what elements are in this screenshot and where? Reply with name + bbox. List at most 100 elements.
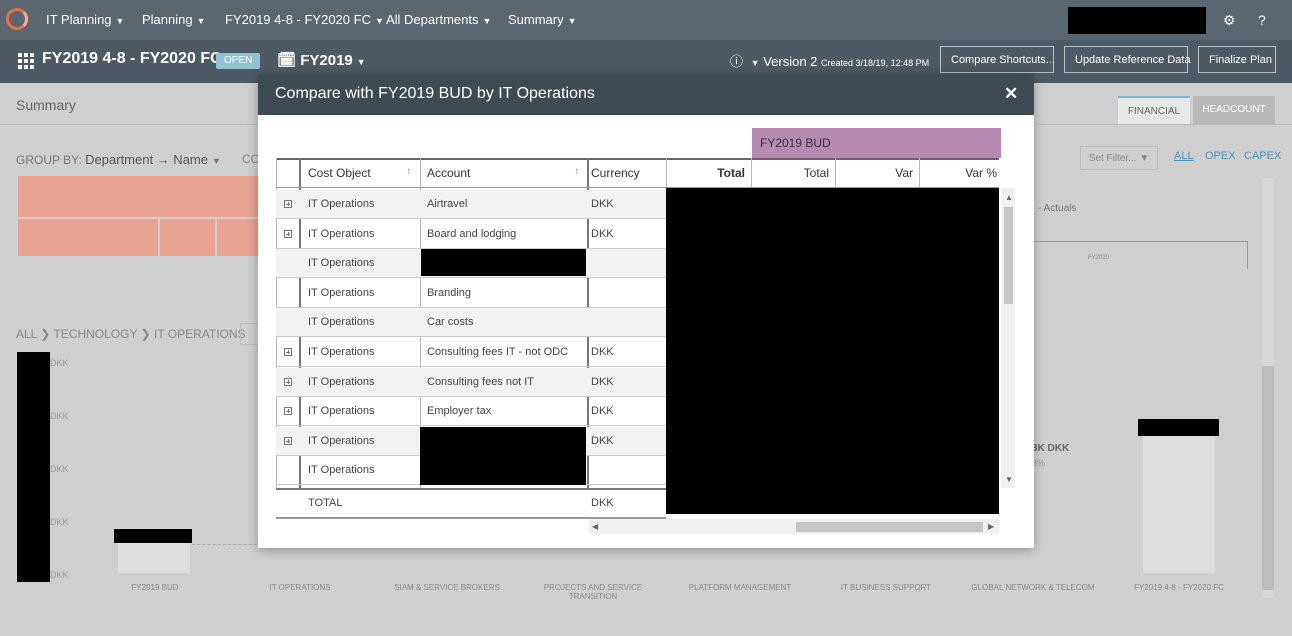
table-row[interactable]: IT Operations bbox=[276, 249, 666, 279]
column-header-total[interactable]: Total bbox=[668, 159, 745, 188]
cell-cost-object: IT Operations bbox=[308, 198, 375, 210]
cell-currency: DKK bbox=[591, 434, 614, 447]
scroll-up-icon[interactable]: ▲ bbox=[1005, 193, 1013, 202]
help-icon[interactable]: ? bbox=[1258, 0, 1266, 40]
cell-account: Employer tax bbox=[427, 405, 492, 418]
plan-title: FY2019 4-8 - FY2020 FC bbox=[42, 50, 222, 67]
column-header-currency[interactable]: Currency bbox=[591, 159, 661, 188]
version-selector[interactable]: ⓘ ▼ Version 2 Created 3/18/19, 12:48 PM bbox=[730, 51, 929, 70]
breadcrumb-item[interactable]: TECHNOLOGY bbox=[53, 327, 137, 341]
cell-currency: DKK bbox=[591, 198, 614, 210]
scroll-left-icon[interactable]: ◀ bbox=[592, 522, 598, 531]
cell-cost-object: IT Operations bbox=[308, 464, 375, 477]
app-grid-icon[interactable] bbox=[18, 53, 34, 69]
category-label: PLATFORM MANAGEMENT bbox=[688, 583, 792, 592]
close-icon[interactable]: ✕ bbox=[1004, 84, 1018, 104]
cell-account: Consulting fees IT - not ODC bbox=[427, 346, 569, 358]
column-header-label: Cost Object bbox=[308, 166, 371, 180]
treemap-tile[interactable] bbox=[18, 219, 158, 256]
breadcrumb-item[interactable]: ALL bbox=[16, 327, 37, 341]
table-row[interactable]: IT Operations Employer tax DKK bbox=[276, 397, 666, 427]
breadcrumb-item[interactable]: IT OPERATIONS bbox=[154, 327, 246, 341]
scroll-down-icon[interactable]: ▼ bbox=[1005, 475, 1013, 484]
caret-down-icon: ▼ bbox=[211, 156, 221, 166]
column-divider bbox=[919, 158, 920, 188]
nav-menu-summary[interactable]: Summary ▼ bbox=[508, 0, 577, 40]
mini-axis-label: FY2020 bbox=[1088, 255, 1110, 261]
caret-down-icon: ▼ bbox=[374, 16, 384, 26]
tab-headcount[interactable]: HEADCOUNT bbox=[1193, 96, 1275, 124]
nav-menu-planning[interactable]: Planning ▼ bbox=[142, 0, 206, 40]
sort-icon[interactable]: ↑ bbox=[406, 166, 411, 177]
caret-down-icon: ▼ bbox=[196, 16, 206, 26]
bar-fy2019-bud[interactable] bbox=[118, 540, 190, 573]
caret-down-icon: ▼ bbox=[482, 16, 492, 26]
fiscal-year-selector[interactable]: 🗓 FY2019 ▼ bbox=[277, 51, 366, 69]
vertical-scrollbar-thumb[interactable] bbox=[1004, 207, 1013, 304]
page-scrollbar-thumb[interactable] bbox=[1262, 366, 1274, 590]
category-label: PROJECTS AND SERVICE TRANSITION bbox=[543, 583, 643, 601]
column-header-var[interactable]: Var bbox=[836, 159, 913, 188]
column-header-budget-total[interactable]: Total bbox=[752, 159, 829, 188]
redacted-values-block bbox=[666, 188, 999, 514]
finalize-plan-button[interactable]: Finalize Plan bbox=[1198, 46, 1276, 73]
group-by-value: Department → Name bbox=[85, 152, 208, 167]
gear-icon[interactable]: ⚙ bbox=[1223, 0, 1236, 40]
cell-account: Branding bbox=[427, 286, 472, 299]
table-row[interactable]: IT Operations Car costs bbox=[276, 308, 666, 338]
table-row[interactable]: IT Operations DKK bbox=[276, 426, 666, 456]
nav-label: IT Planning bbox=[46, 12, 112, 27]
table-row[interactable]: IT Operations Consulting fees IT - not OD… bbox=[276, 338, 666, 367]
filter-opex[interactable]: OPEX bbox=[1205, 150, 1236, 162]
nav-menu-departments[interactable]: All Departments ▼ bbox=[386, 0, 491, 40]
category-label: SIAM & SERVICE BROKERS bbox=[394, 583, 500, 592]
cell-cost-object: IT Operations bbox=[308, 346, 375, 358]
expand-row-icon[interactable] bbox=[284, 200, 292, 208]
set-filter-button[interactable]: Set Filter... ▼ bbox=[1080, 146, 1158, 170]
expand-row-icon[interactable] bbox=[284, 377, 292, 386]
column-header-account[interactable]: Account bbox=[427, 159, 577, 188]
treemap-tile[interactable] bbox=[160, 219, 215, 256]
group-by-selector[interactable]: GROUP BY: Department → Name ▼ bbox=[16, 152, 221, 167]
bar-fy2020-fc[interactable] bbox=[1143, 430, 1215, 573]
cell-account: Airtravel bbox=[427, 198, 468, 210]
filter-all[interactable]: ALL bbox=[1174, 150, 1194, 162]
compare-shortcuts-button[interactable]: Compare Shortcuts... bbox=[940, 46, 1055, 73]
scroll-right-icon[interactable]: ▶ bbox=[988, 522, 994, 531]
nav-label: All Departments bbox=[386, 12, 479, 27]
chevron-right-icon: ❯ bbox=[140, 327, 151, 341]
cell-cost-object: IT Operations bbox=[308, 227, 375, 240]
horizontal-scrollbar-thumb[interactable] bbox=[796, 522, 983, 532]
treemap-tile[interactable] bbox=[217, 219, 258, 256]
treemap-tile[interactable] bbox=[18, 176, 258, 217]
nav-menu-plan[interactable]: FY2019 4-8 - FY2020 FC ▼ bbox=[225, 0, 384, 40]
expand-row-icon[interactable] bbox=[284, 229, 292, 238]
cell-currency: DKK bbox=[591, 346, 614, 358]
bar-value-label: 3K DKK bbox=[1032, 443, 1070, 454]
column-header-var-pct[interactable]: Var % bbox=[920, 159, 997, 188]
version-label: Version 2 bbox=[763, 54, 818, 69]
expand-row-icon[interactable] bbox=[284, 348, 292, 356]
cell-cost-object: IT Operations bbox=[308, 405, 375, 418]
dialog-title: Compare with FY2019 BUD by IT Operations bbox=[275, 85, 595, 102]
nav-menu-it-planning[interactable]: IT Planning ▼ bbox=[46, 0, 124, 40]
table-row[interactable]: IT Operations Airtravel DKK bbox=[276, 190, 666, 219]
table-row[interactable]: IT Operations Board and lodging DKK bbox=[276, 220, 666, 249]
legend-actuals: - Actuals bbox=[1038, 203, 1077, 214]
update-reference-data-button[interactable]: Update Reference Data bbox=[1064, 46, 1191, 73]
column-header-cost-object[interactable]: Cost Object bbox=[308, 159, 418, 188]
sort-icon[interactable]: ↑ bbox=[574, 166, 579, 177]
axis-tick: DKK bbox=[50, 517, 69, 527]
table-row[interactable]: IT Operations bbox=[276, 456, 666, 486]
table-total-row: TOTAL DKK bbox=[276, 488, 666, 519]
table-row[interactable]: IT Operations Branding bbox=[276, 279, 666, 308]
cell-cost-object: IT Operations bbox=[308, 286, 375, 299]
expand-row-icon[interactable] bbox=[284, 407, 292, 416]
download-icon[interactable] bbox=[240, 323, 260, 345]
tab-financial[interactable]: FINANCIAL bbox=[1118, 96, 1190, 124]
app-logo-icon[interactable] bbox=[6, 8, 28, 30]
filter-capex[interactable]: CAPEX bbox=[1244, 150, 1281, 162]
expand-row-icon[interactable] bbox=[284, 436, 292, 445]
info-icon[interactable]: ⓘ bbox=[730, 54, 743, 69]
table-row[interactable]: IT Operations Consulting fees not IT DKK bbox=[276, 367, 666, 397]
